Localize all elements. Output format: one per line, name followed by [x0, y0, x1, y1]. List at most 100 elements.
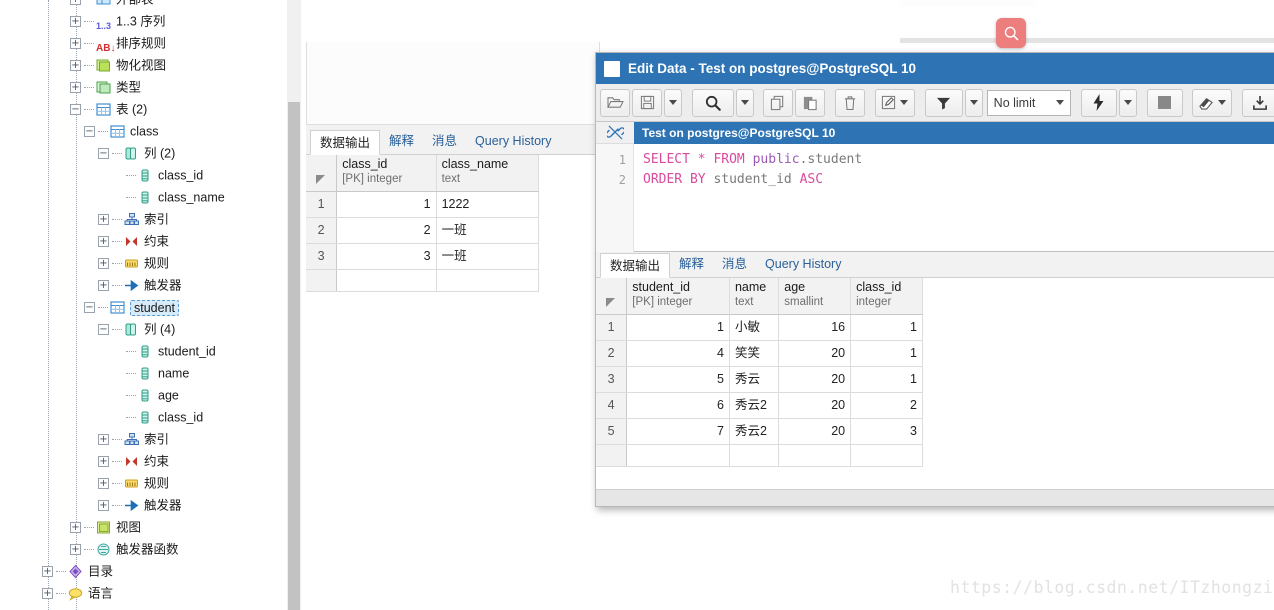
- grid-cell-name[interactable]: 秀云2: [729, 418, 780, 445]
- clear-button[interactable]: [1192, 88, 1233, 117]
- grid-cell-class_id[interactable]: 1: [850, 340, 923, 367]
- background-result-tab-解释[interactable]: 解释: [380, 129, 423, 154]
- execute-button[interactable]: [1080, 88, 1117, 117]
- tree-item-node[interactable]: + AB↓排序规则: [0, 32, 287, 54]
- edit-button[interactable]: [874, 88, 915, 117]
- tree-item-student[interactable]: − student: [0, 296, 287, 318]
- save-file-button[interactable]: [632, 88, 662, 117]
- tree-twisty-minus[interactable]: −: [98, 324, 109, 336]
- grid-cell-name[interactable]: 秀云2: [729, 392, 780, 419]
- dialog-result-tab-解释[interactable]: 解释: [670, 252, 713, 277]
- grid-cell-student_id[interactable]: 5: [626, 366, 730, 393]
- download-button[interactable]: [1242, 88, 1274, 117]
- tree-item-node[interactable]: + 约束: [0, 230, 287, 252]
- tree-twisty-plus[interactable]: +: [70, 544, 81, 556]
- dialog-result-grid[interactable]: student_id [PK] integer name text age smallin…: [596, 278, 1274, 467]
- sql-editor-panel[interactable]: Test on postgres@PostgreSQL 10 12 SELECT…: [596, 122, 1274, 252]
- grid-cell-student_id[interactable]: 1: [626, 314, 730, 341]
- grid-corner-cell[interactable]: [596, 278, 628, 315]
- dialog-result-tab-数据输出[interactable]: 数据输出: [600, 253, 671, 278]
- open-file-button[interactable]: [600, 88, 630, 117]
- grid-cell-class_id[interactable]: 3: [336, 243, 437, 270]
- window-titlebar[interactable]: Edit Data - Test on postgres@PostgreSQL …: [596, 53, 1274, 84]
- grid-row-number[interactable]: 3: [306, 243, 338, 270]
- tree-item-node[interactable]: + 触发器: [0, 274, 287, 296]
- grid-cell-class_id[interactable]: 1: [850, 366, 923, 393]
- grid-cell-class_id[interactable]: 1: [336, 191, 437, 218]
- tree-item-4[interactable]: − 列 (4): [0, 318, 287, 340]
- background-result-tab-消息[interactable]: 消息: [423, 129, 466, 154]
- object-browser-tree[interactable]: + 外部表 +1..3 1..3 序列 + AB↓排序规则 + 物化视图 + 类型 − 表 (2) − c…: [0, 0, 287, 610]
- grid-corner-cell[interactable]: [306, 155, 338, 192]
- grid-cell-student_id[interactable]: 7: [626, 418, 730, 445]
- tree-twisty-plus[interactable]: +: [70, 522, 81, 534]
- dialog-result-panel[interactable]: 数据输出 解释 消息 Query History student_id [PK] int…: [596, 252, 1274, 489]
- find-dropdown-button[interactable]: [735, 88, 754, 117]
- grid-row-number[interactable]: 2: [596, 340, 628, 367]
- tree-item-node[interactable]: + 规则: [0, 252, 287, 274]
- tree-twisty-plus[interactable]: +: [98, 280, 109, 292]
- grid-cell-name[interactable]: 笑笑: [729, 340, 780, 367]
- table-row[interactable]: 1 1 1222: [306, 191, 540, 218]
- tree-item-class_name[interactable]: class_name: [0, 186, 287, 208]
- tree-twisty-minus[interactable]: −: [70, 104, 81, 116]
- grid-row-number[interactable]: 3: [596, 366, 628, 393]
- tree-twisty-plus[interactable]: +: [42, 588, 53, 600]
- tree-twisty-plus[interactable]: +: [98, 258, 109, 270]
- grid-row-number[interactable]: 4: [596, 392, 628, 419]
- stop-button[interactable]: [1146, 88, 1183, 117]
- grid-cell-class_id[interactable]: 2: [850, 392, 923, 419]
- tree-twisty-minus[interactable]: −: [98, 148, 109, 160]
- table-row[interactable]: 3 5 秀云 20 1: [596, 366, 923, 393]
- sql-editor-tab-label[interactable]: Test on postgres@PostgreSQL 10: [634, 122, 1274, 144]
- grid-cell-empty[interactable]: [626, 444, 730, 467]
- grid-row-number[interactable]: 5: [596, 418, 628, 445]
- table-row[interactable]: 4 6 秀云2 20 2: [596, 392, 923, 419]
- grid-cell-age[interactable]: 16: [778, 314, 852, 341]
- tree-twisty-plus[interactable]: +: [98, 236, 109, 248]
- background-result-tab-数据输出[interactable]: 数据输出: [310, 130, 381, 155]
- grid-new-row[interactable]: [596, 444, 923, 467]
- grid-cell-age[interactable]: 20: [778, 418, 852, 445]
- tree-item-age[interactable]: age: [0, 384, 287, 406]
- tree-item-node[interactable]: + 类型: [0, 76, 287, 98]
- tree-item-node[interactable]: + 视图: [0, 516, 287, 538]
- grid-header-age[interactable]: age smallint: [778, 278, 852, 315]
- tree-item-node[interactable]: + 索引: [0, 428, 287, 450]
- grid-cell-class_id[interactable]: 3: [850, 418, 923, 445]
- tree-item-13[interactable]: +1..3 1..3 序列: [0, 10, 287, 32]
- grid-cell-student_id[interactable]: 4: [626, 340, 730, 367]
- table-row[interactable]: 3 3 一班: [306, 243, 540, 270]
- grid-cell-empty[interactable]: [778, 444, 852, 467]
- tree-twisty-plus[interactable]: +: [70, 60, 81, 72]
- tree-twisty-plus[interactable]: +: [42, 566, 53, 578]
- tree-item-node[interactable]: + 语言: [0, 582, 287, 604]
- editor-toolbar[interactable]: No limit: [596, 84, 1274, 122]
- grid-header-name[interactable]: name text: [729, 278, 780, 315]
- grid-cell-empty[interactable]: [850, 444, 923, 467]
- grid-cell-name[interactable]: 秀云: [729, 366, 780, 393]
- tree-twisty-plus[interactable]: +: [98, 214, 109, 226]
- tree-item-2[interactable]: − 列 (2): [0, 142, 287, 164]
- tree-item-student_id[interactable]: student_id: [0, 340, 287, 362]
- grid-cell-class_name[interactable]: 1222: [436, 191, 540, 218]
- grid-cell-student_id[interactable]: 6: [626, 392, 730, 419]
- find-button[interactable]: [691, 88, 734, 117]
- tree-twisty-plus[interactable]: +: [98, 456, 109, 468]
- tree-item-node[interactable]: + 物化视图: [0, 54, 287, 76]
- tree-item-class[interactable]: − class: [0, 120, 287, 142]
- grid-header-class_id[interactable]: class_id [PK] integer: [336, 155, 437, 192]
- tree-twisty-plus[interactable]: +: [70, 82, 81, 94]
- filter-button[interactable]: [924, 88, 963, 117]
- floating-search-button[interactable]: [996, 18, 1026, 48]
- grid-cell-empty[interactable]: [436, 269, 540, 292]
- background-result-tab-Query-History[interactable]: Query History: [466, 129, 560, 154]
- tree-twisty-plus[interactable]: +: [98, 500, 109, 512]
- tree-item-2[interactable]: − 表 (2): [0, 98, 287, 120]
- tree-twisty-plus[interactable]: +: [70, 38, 81, 50]
- tree-item-node[interactable]: + 触发器: [0, 494, 287, 516]
- dialog-result-tab-Query-History[interactable]: Query History: [756, 252, 850, 277]
- table-row[interactable]: 5 7 秀云2 20 3: [596, 418, 923, 445]
- grid-row-number[interactable]: 1: [596, 314, 628, 341]
- execute-dropdown-button[interactable]: [1118, 88, 1137, 117]
